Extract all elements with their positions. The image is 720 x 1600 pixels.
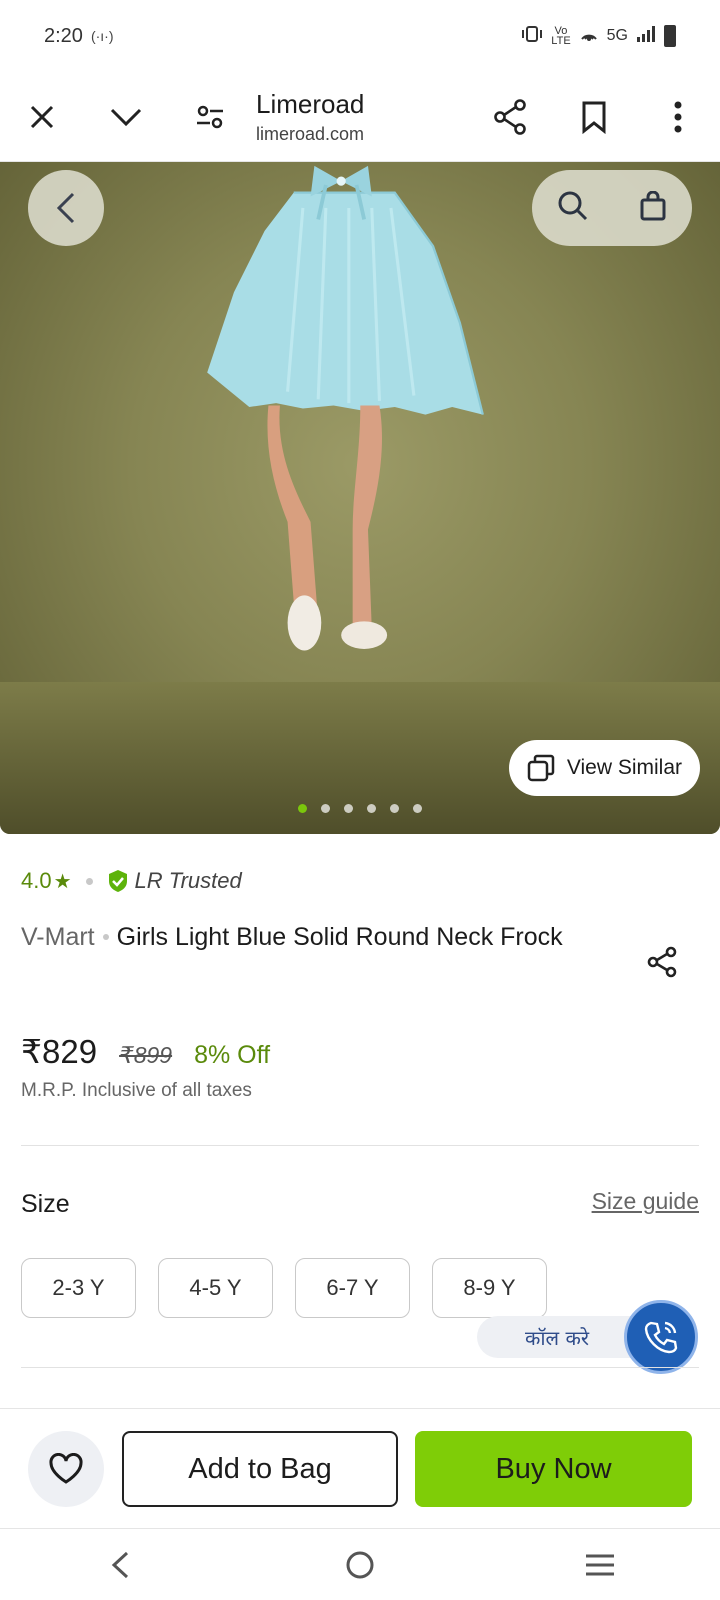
more-vert-icon[interactable]: [636, 72, 720, 162]
share-icon: [647, 946, 677, 978]
size-guide-link[interactable]: Size guide: [592, 1188, 699, 1215]
network-type: 5G: [606, 27, 628, 44]
star-icon: ★: [53, 870, 72, 893]
signal-icon: [636, 25, 656, 48]
size-option[interactable]: 4-5 Y: [158, 1258, 273, 1318]
nav-home-icon[interactable]: [320, 1535, 400, 1595]
rating-row: 4.0 ★ LR Trusted: [21, 868, 242, 894]
bag-icon[interactable]: [639, 190, 667, 226]
hero-action-group: [532, 170, 692, 246]
search-icon[interactable]: [557, 190, 589, 227]
product-photo: [207, 165, 484, 651]
carousel-dot[interactable]: [413, 804, 422, 813]
system-nav-bar: [0, 1528, 720, 1600]
back-icon: [56, 192, 75, 224]
view-similar-label: View Similar: [566, 756, 682, 779]
discount-label: 8% Off: [194, 1041, 271, 1069]
product-image-carousel[interactable]: View Similar: [0, 162, 720, 834]
back-button[interactable]: [28, 170, 104, 246]
volte-icon: Vo LTE: [551, 25, 571, 47]
carousel-dot[interactable]: [321, 804, 330, 813]
trusted-label: LR Trusted: [134, 868, 242, 893]
product-title: V-Mart Girls Light Blue Solid Round Neck …: [21, 918, 581, 956]
site-title: Limeroad: [256, 88, 365, 119]
tune-icon[interactable]: [168, 72, 252, 162]
heart-icon: [49, 1453, 83, 1484]
shield-check-icon: [108, 870, 127, 892]
brand-name[interactable]: V-Mart: [21, 923, 95, 951]
size-label: Size: [21, 1190, 70, 1218]
copy-icon: [527, 754, 555, 782]
size-option[interactable]: 8-9 Y: [432, 1258, 547, 1318]
battery-icon: [664, 25, 676, 47]
close-icon[interactable]: [0, 72, 84, 162]
rating-value: 4.0: [21, 868, 52, 893]
share-icon[interactable]: [468, 72, 552, 162]
status-bar: 2:20 (·ı·) Vo LTE 5G: [0, 0, 720, 72]
bookmark-icon[interactable]: [552, 72, 636, 162]
carousel-dot[interactable]: [367, 804, 376, 813]
price-row: ₹829 ₹899 8% Off: [21, 1032, 270, 1071]
divider: [21, 1145, 699, 1146]
buy-now-button[interactable]: Buy Now: [415, 1431, 692, 1507]
status-indicators: Vo LTE 5G: [521, 25, 676, 48]
chevron-down-icon[interactable]: [84, 72, 168, 162]
vibrate-icon: [521, 25, 543, 48]
carousel-dot[interactable]: [298, 804, 307, 813]
nav-recents-icon[interactable]: [560, 1535, 640, 1595]
browser-toolbar: Limeroad limeroad.com: [0, 72, 720, 162]
separator-dot: [102, 934, 109, 940]
hotspot-icon: (·ı·): [90, 28, 114, 44]
view-similar-button[interactable]: View Similar: [508, 740, 700, 796]
carousel-dot[interactable]: [390, 804, 399, 813]
mrp-price: ₹899: [119, 1042, 173, 1068]
selling-price: ₹829: [21, 1033, 98, 1070]
separator-dot: [85, 877, 93, 885]
call-button[interactable]: [624, 1300, 698, 1374]
site-url: limeroad.com: [256, 123, 365, 144]
share-product-button[interactable]: [640, 940, 684, 984]
tax-note: M.R.P. Inclusive of all taxes: [21, 1080, 252, 1101]
size-option[interactable]: 6-7 Y: [295, 1258, 410, 1318]
phone-icon: [644, 1321, 678, 1354]
site-info[interactable]: Limeroad limeroad.com: [256, 89, 364, 145]
wishlist-button[interactable]: [28, 1431, 104, 1507]
carousel-dot[interactable]: [344, 804, 353, 813]
divider: [21, 1367, 699, 1368]
status-time: 2:20: [44, 24, 83, 47]
size-options: 2-3 Y 4-5 Y 6-7 Y 8-9 Y: [21, 1258, 547, 1318]
purchase-action-bar: Add to Bag Buy Now: [0, 1408, 720, 1528]
product-name: Girls Light Blue Solid Round Neck Frock: [116, 923, 563, 951]
carousel-indicator: [0, 804, 720, 813]
add-to-bag-button[interactable]: Add to Bag: [122, 1431, 398, 1507]
size-option[interactable]: 2-3 Y: [21, 1258, 136, 1318]
hotspot-signal-icon: [579, 25, 599, 48]
nav-back-icon[interactable]: [80, 1535, 160, 1595]
